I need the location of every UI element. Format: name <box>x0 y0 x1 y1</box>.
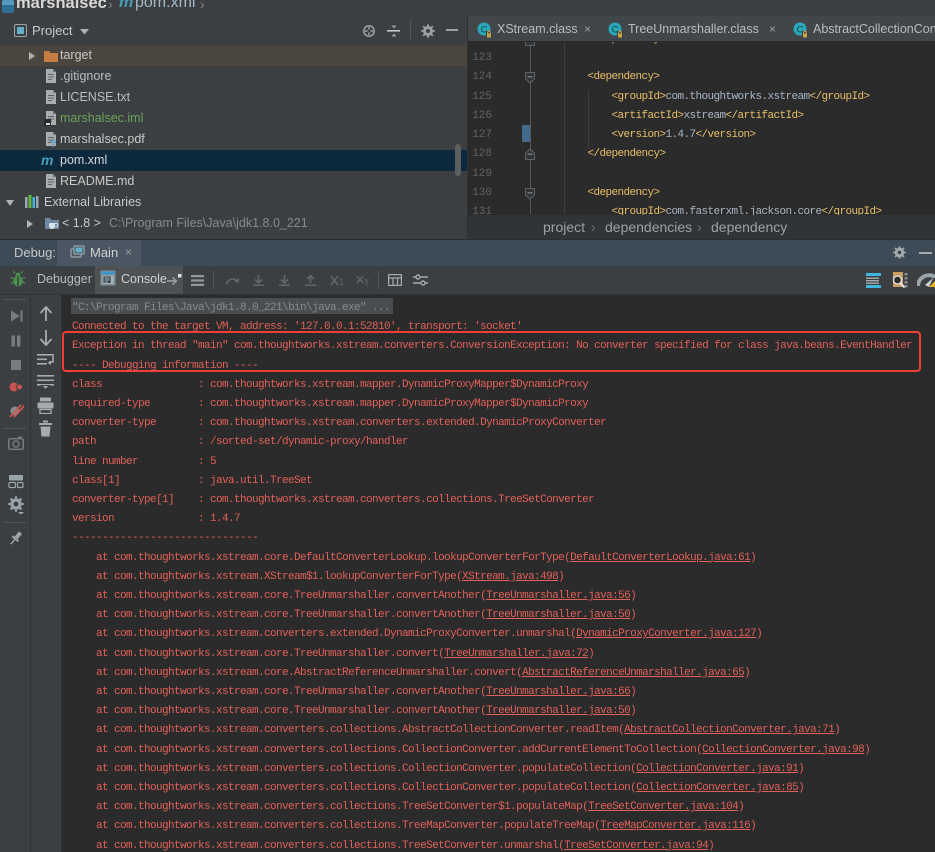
svg-text:1: 1 <box>339 277 344 286</box>
svg-text:T: T <box>364 278 370 286</box>
svg-text:?: ? <box>50 139 56 148</box>
